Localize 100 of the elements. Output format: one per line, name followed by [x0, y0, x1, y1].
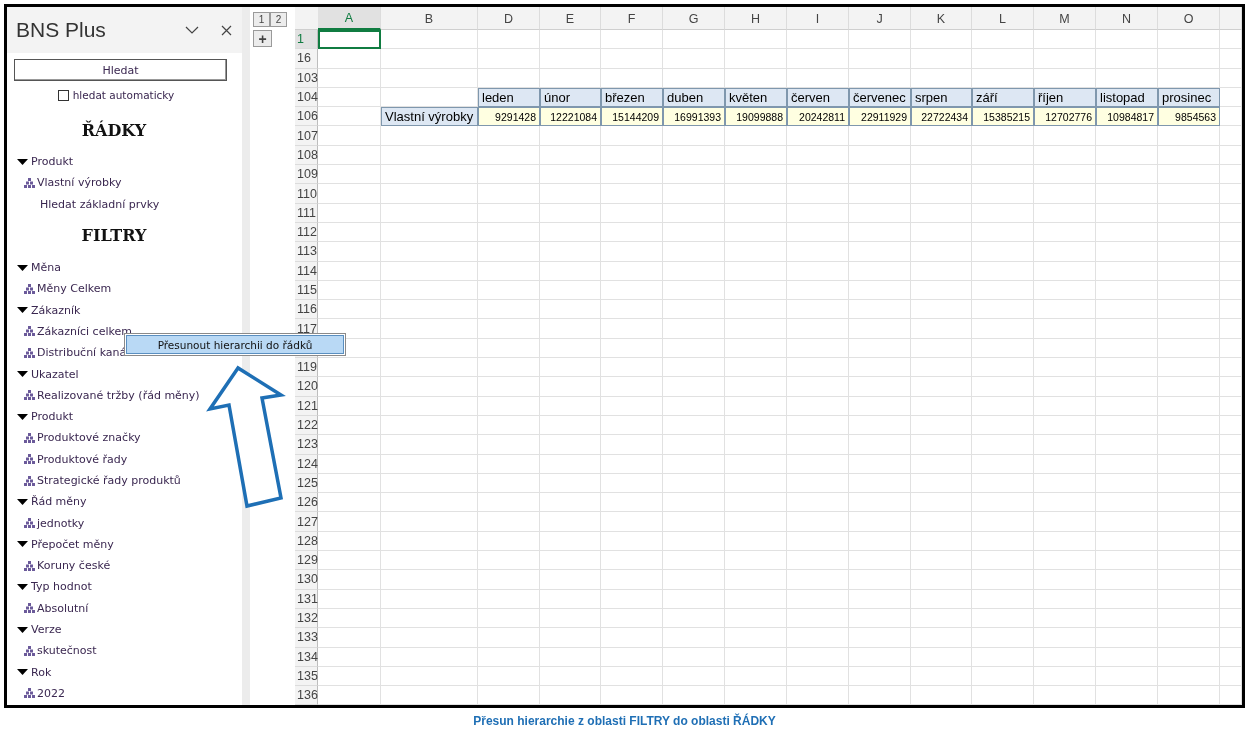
collapse-triangle-icon[interactable]	[17, 668, 28, 677]
hierarchy-icon	[24, 283, 35, 294]
row-header[interactable]: 109	[295, 165, 318, 185]
column-header[interactable]: L	[972, 7, 1034, 30]
month-header-cell: březen	[601, 87, 663, 108]
hierarchy-icon	[24, 326, 35, 337]
collapse-triangle-icon[interactable]	[17, 157, 28, 166]
hierarchy-icon	[24, 177, 35, 188]
section-heading: FILTRY	[81, 226, 147, 246]
value-cell: 12221084	[540, 107, 601, 127]
dimension-label: Typ hodnot	[31, 580, 92, 594]
month-header-cell: prosinec	[1158, 87, 1220, 108]
collapse-triangle-icon[interactable]	[17, 540, 28, 549]
context-menu-item[interactable]: Přesunout hierarchii do řádků	[126, 335, 344, 354]
hierarchy-icon	[24, 688, 35, 699]
active-cell[interactable]	[318, 30, 381, 50]
column-header[interactable]: M	[1034, 7, 1096, 30]
month-header-cell: duben	[663, 87, 725, 108]
row-header[interactable]: 119	[295, 358, 318, 378]
value-cell: 15385215	[972, 107, 1034, 127]
value-cell: 10984817	[1096, 107, 1158, 127]
row-header[interactable]: 106	[295, 107, 318, 127]
row-header[interactable]: 116	[295, 300, 318, 320]
checkbox[interactable]	[57, 89, 69, 101]
select-all-corner[interactable]	[295, 7, 318, 30]
dimension-label: Verze	[31, 623, 62, 637]
month-header-cell: říjen	[1034, 87, 1096, 108]
hierarchy-item[interactable]: Měny Celkem	[37, 282, 112, 296]
hierarchy-icon	[24, 454, 35, 465]
value-cell: 9854563	[1158, 107, 1220, 127]
caption: Přesun hierarchie z oblasti FILTRY do oblasti ŘÁDKY	[472, 714, 777, 728]
month-header-cell: leden	[478, 87, 540, 108]
hierarchy-item[interactable]: jednotky	[37, 516, 85, 530]
hierarchy-item[interactable]: 2022	[37, 686, 65, 700]
column-header[interactable]: E	[540, 7, 601, 30]
hierarchy-item[interactable]: Absolutní	[37, 601, 89, 615]
row-header[interactable]: 120	[295, 377, 318, 397]
hierarchy-icon	[24, 347, 35, 358]
dimension-label: Přepočet měny	[31, 537, 114, 551]
search-members-link[interactable]: Hledat základní prvky	[40, 197, 160, 211]
dimension-label: Rok	[31, 665, 52, 679]
collapse-triangle-icon[interactable]	[17, 370, 28, 378]
value-cell: 20242811	[787, 107, 849, 127]
collapse-triangle-icon[interactable]	[17, 412, 28, 421]
row-header[interactable]: 110	[295, 184, 318, 204]
row-header[interactable]: 113	[295, 242, 318, 262]
month-header-cell: červen	[787, 87, 849, 108]
row-header[interactable]: 129	[295, 551, 318, 571]
row-header[interactable]: 133	[295, 628, 318, 648]
row-header[interactable]: 130	[295, 570, 318, 590]
chevron-down-icon[interactable]	[185, 26, 199, 34]
column-header[interactable]: F	[601, 7, 663, 30]
dimension-label: Ukazatel	[31, 367, 79, 381]
row-header[interactable]: 126	[295, 493, 318, 513]
column-header[interactable]: D	[478, 7, 540, 30]
value-cell: 22911929	[849, 107, 911, 127]
value-cell: 15144209	[601, 107, 663, 127]
hierarchy-item[interactable]: Koruny české	[37, 559, 111, 573]
checkbox-label: hledat automaticky	[72, 89, 175, 101]
column-header[interactable]	[1220, 7, 1242, 30]
column-header[interactable]: I	[787, 7, 849, 30]
month-header-cell: květen	[725, 87, 787, 108]
collapse-triangle-icon[interactable]	[17, 306, 28, 315]
search-button[interactable]: Hledat	[14, 59, 227, 81]
column-header[interactable]: H	[725, 7, 787, 30]
hierarchy-item[interactable]: Realizované tržby (řád měny)	[37, 388, 200, 402]
column-header[interactable]: J	[849, 7, 911, 30]
column-header[interactable]: A	[318, 7, 381, 30]
column-header[interactable]: O	[1158, 7, 1220, 30]
hierarchy-item[interactable]: Strategické řady produktů	[37, 474, 181, 487]
hierarchy-item[interactable]: Vlastní výrobky	[37, 176, 122, 190]
column-header[interactable]: N	[1096, 7, 1158, 30]
column-header[interactable]: K	[911, 7, 972, 30]
expand-group-button[interactable]: +	[253, 30, 272, 47]
outline-level-button[interactable]: 1	[253, 12, 270, 27]
hierarchy-item[interactable]: Zákazníci celkem	[37, 324, 132, 338]
hierarchy-item[interactable]: Produktové značky	[37, 431, 141, 445]
panel-title: BNS Plus	[16, 18, 107, 42]
outline-level-button[interactable]: 2	[270, 12, 287, 27]
hierarchy-icon	[24, 645, 35, 656]
month-header-cell: červenec	[849, 87, 911, 108]
row-header[interactable]: 107	[295, 126, 318, 146]
hierarchy-item[interactable]: skutečnost	[37, 644, 97, 658]
row-header[interactable]: 1	[295, 30, 318, 50]
column-header[interactable]: B	[381, 7, 478, 30]
column-header[interactable]: G	[663, 7, 725, 30]
dimension-label: Měna	[31, 261, 61, 275]
hierarchy-item[interactable]: Produktové řady	[37, 452, 128, 466]
row-header[interactable]: 123	[295, 435, 318, 455]
collapse-triangle-icon[interactable]	[17, 497, 28, 506]
collapse-triangle-icon[interactable]	[17, 263, 28, 272]
collapse-triangle-icon[interactable]	[17, 625, 28, 634]
row-header[interactable]: 136	[295, 686, 318, 706]
collapse-triangle-icon[interactable]	[17, 583, 28, 591]
hierarchy-icon	[24, 603, 35, 614]
month-header-cell: září	[972, 87, 1034, 108]
month-header-cell: listopad	[1096, 87, 1158, 108]
close-icon[interactable]	[221, 24, 232, 36]
row-header[interactable]: 16	[295, 49, 318, 69]
row-header[interactable]: 127	[295, 512, 318, 532]
